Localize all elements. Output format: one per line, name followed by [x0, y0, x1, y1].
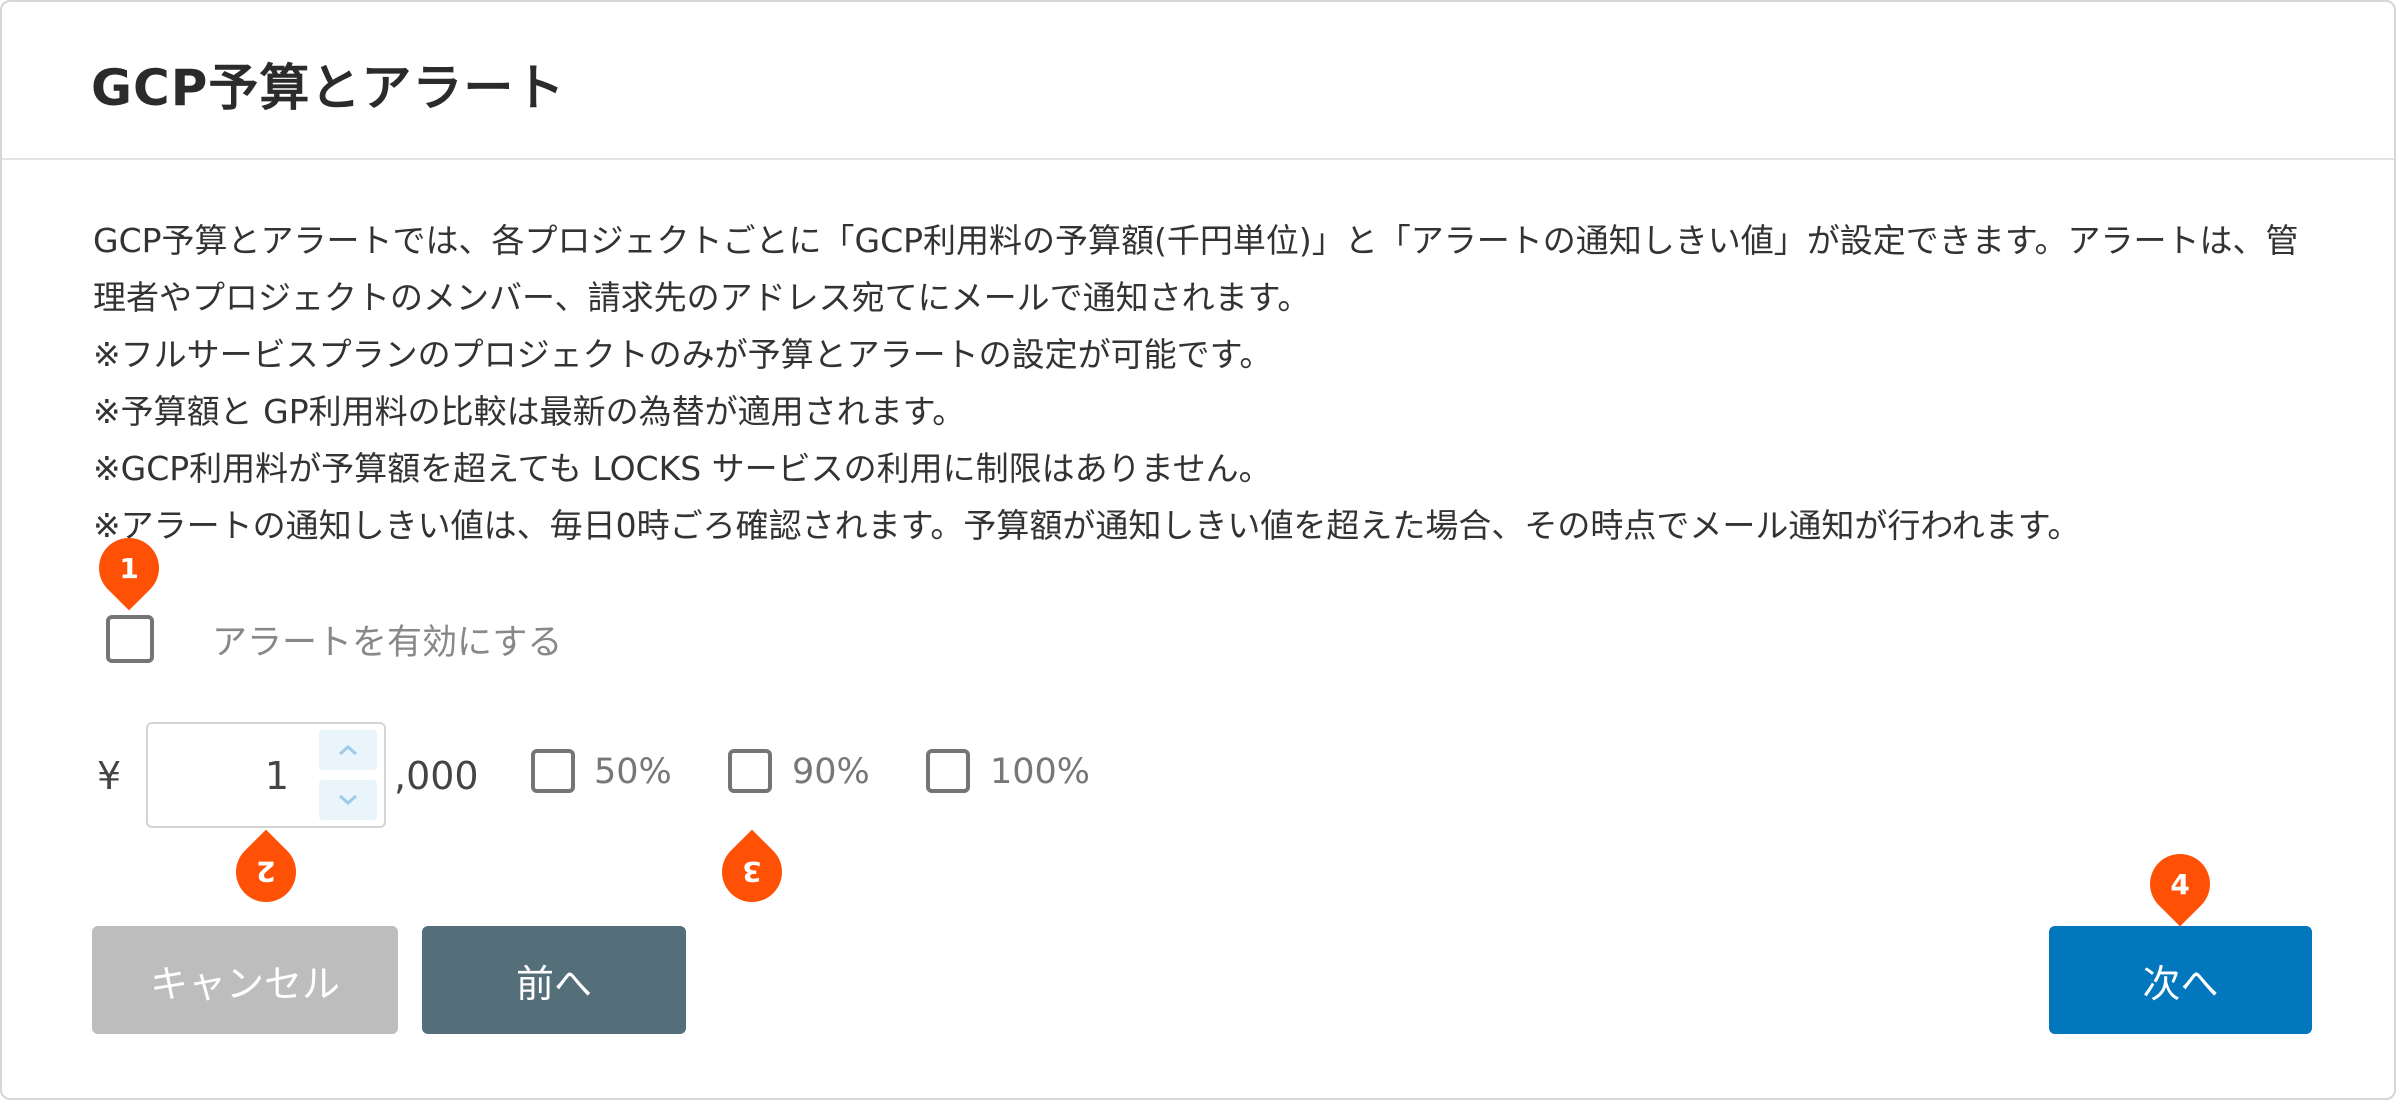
chevron-down-icon[interactable] — [319, 780, 377, 820]
threshold-100-checkbox[interactable] — [926, 749, 970, 793]
threshold-90-checkbox[interactable] — [728, 749, 772, 793]
description-line: ※予算額と GP利用料の比較は最新の為替が適用されます。 — [93, 392, 966, 431]
callout-number: 1 — [119, 551, 139, 585]
threshold-50-label: 50% — [594, 752, 672, 792]
next-button[interactable]: 次へ — [2049, 926, 2312, 1034]
threshold-90-label: 90% — [792, 752, 870, 792]
threshold-100-label: 100% — [990, 752, 1091, 792]
budget-amount-input[interactable]: 1 — [146, 722, 386, 828]
callout-marker-4: 4 — [2137, 841, 2223, 927]
description-line: GCP予算とアラートでは、各プロジェクトごとに「GCP利用料の予算額(千円単位)… — [93, 221, 2299, 317]
currency-symbol: ¥ — [97, 754, 122, 798]
description-line: ※フルサービスプランのプロジェクトのみが予算とアラートの設定が可能です。 — [93, 335, 1273, 374]
callout-number: 2 — [256, 855, 276, 889]
threshold-50-checkbox[interactable] — [531, 749, 575, 793]
budget-alert-dialog: GCP予算とアラート GCP予算とアラートでは、各プロジェクトごとに「GCP利用… — [0, 0, 2396, 1100]
prev-button[interactable]: 前へ — [422, 926, 686, 1034]
enable-alert-checkbox[interactable] — [106, 615, 154, 663]
callout-number: 4 — [2170, 867, 2190, 901]
description: GCP予算とアラートでは、各プロジェクトごとに「GCP利用料の予算額(千円単位)… — [93, 212, 2323, 554]
cancel-button[interactable]: キャンセル — [92, 926, 398, 1034]
budget-amount-value: 1 — [264, 754, 289, 798]
callout-marker-2: 2 — [223, 829, 309, 915]
callout-marker-3: 3 — [709, 829, 795, 915]
budget-suffix: ,000 — [394, 754, 479, 798]
chevron-up-icon[interactable] — [319, 730, 377, 770]
dialog-header: GCP予算とアラート — [2, 2, 2394, 160]
enable-alert-label: アラートを有効にする — [212, 623, 563, 663]
description-line: ※アラートの通知しきい値は、毎日0時ごろ確認されます。予算額が通知しきい値を超え… — [93, 506, 2081, 545]
dialog-title: GCP予算とアラート — [91, 59, 566, 117]
description-line: ※GCP利用料が予算額を超えても LOCKS サービスの利用に制限はありません。 — [93, 449, 1272, 488]
callout-number: 3 — [742, 855, 762, 889]
